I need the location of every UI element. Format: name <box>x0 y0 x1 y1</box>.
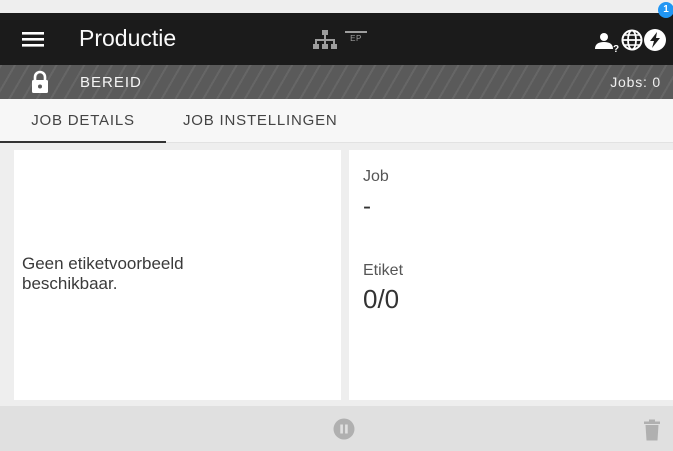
ep-label: EP <box>350 34 362 43</box>
preview-message: Geen etiketvoorbeeld beschikbaar. <box>22 254 184 293</box>
notification-badge[interactable]: 1 <box>658 2 673 18</box>
tab-label: JOB INSTELLINGEN <box>183 112 338 129</box>
user-help-icon[interactable]: ? <box>593 29 621 53</box>
page-title: Productie <box>79 25 177 51</box>
tab-label: JOB DETAILS <box>31 112 135 129</box>
tab-bar: JOB DETAILS JOB INSTELLINGEN <box>0 99 673 143</box>
ep-icon: EP <box>345 29 367 49</box>
globe-icon[interactable] <box>620 28 644 52</box>
pause-icon[interactable] <box>333 418 355 440</box>
svg-text:?: ? <box>613 44 619 53</box>
bottom-action-bar <box>0 406 673 451</box>
label-count-value: 0/0 <box>363 284 400 314</box>
printer-app: Productie EP ? 1 BEREID Jobs: 0 JOB DETA… <box>0 0 673 451</box>
tab-job-details[interactable]: JOB DETAILS <box>0 99 166 143</box>
trash-icon[interactable] <box>643 419 661 441</box>
active-tab-indicator <box>0 141 166 143</box>
jobs-count: Jobs: 0 <box>610 74 661 90</box>
tab-job-settings[interactable]: JOB INSTELLINGEN <box>183 99 338 143</box>
job-details-card: Job - Etiket 0/0 <box>349 150 673 400</box>
lock-icon <box>32 70 48 93</box>
printer-state: BEREID <box>80 74 142 91</box>
alert-icon[interactable] <box>642 27 668 53</box>
network-icon <box>313 30 337 49</box>
menu-icon[interactable] <box>20 26 46 52</box>
status-bar: BEREID Jobs: 0 <box>0 65 673 99</box>
label-label: Etiket <box>363 262 404 279</box>
job-label: Job <box>363 168 389 185</box>
top-bar: Productie EP ? <box>0 13 673 65</box>
ep-line <box>345 31 367 33</box>
label-preview-card: Geen etiketvoorbeeld beschikbaar. <box>14 150 341 400</box>
job-value: - <box>363 193 371 220</box>
